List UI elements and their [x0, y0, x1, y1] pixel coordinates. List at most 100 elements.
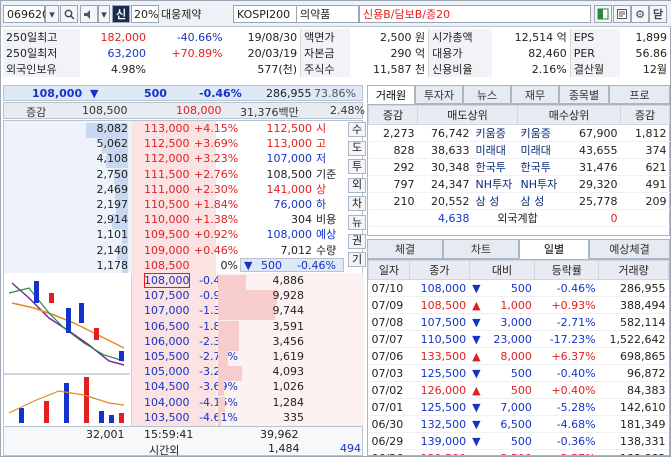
side-button[interactable]: 차	[348, 196, 366, 212]
buy-volume: 43,655	[562, 141, 621, 159]
window-icon[interactable]	[594, 5, 612, 23]
daily-row[interactable]: 06/26139,500▲ 3,500+2.57%183,882	[368, 449, 669, 455]
ask-quantity[interactable]: 2,914	[64, 212, 129, 227]
summary-label: 상	[316, 182, 327, 196]
broker-tab[interactable]: 종목별	[559, 85, 609, 104]
side-button[interactable]: 뉴	[348, 215, 366, 230]
daily-rate: -4.68%	[534, 415, 599, 433]
daily-row[interactable]: 07/10 108,000 ▼ 500 -0.46% 286,955	[368, 279, 669, 297]
daily-close: 107,500	[409, 313, 470, 331]
daily-row[interactable]: 07/07 110,500 ▼ 23,000 -17.23% 1,522,642	[368, 330, 669, 348]
bid-price[interactable]: 107,500	[144, 288, 190, 303]
stock-code-input[interactable]: 069620	[3, 5, 49, 23]
buy-broker[interactable]: 미래대	[517, 141, 563, 159]
ask-quantity[interactable]: 2,469	[64, 182, 129, 197]
ask-price[interactable]: 108,500	[144, 258, 190, 273]
broker-tab[interactable]: 프로	[609, 85, 670, 104]
ask-price[interactable]: 113,000	[144, 121, 190, 136]
broker-tab[interactable]: 재무	[511, 85, 559, 104]
daily-row[interactable]: 07/08 107,500 ▼ 3,000 -2.71% 582,114	[368, 313, 669, 331]
sell-change: 797	[368, 175, 418, 193]
side-button[interactable]: 수	[348, 122, 366, 137]
memo-icon[interactable]	[613, 5, 631, 23]
bid-price[interactable]: 107,000	[144, 303, 190, 318]
sell-broker[interactable]: 한국투	[472, 158, 518, 176]
daily-row[interactable]: 07/09 108,500 ▲ 1,000 +0.93% 388,494	[368, 296, 669, 314]
ask-quantity[interactable]: 1,101	[64, 227, 129, 242]
sell-broker[interactable]: 삼 성	[472, 192, 518, 210]
bid-quantity[interactable]: 1,619	[240, 349, 305, 364]
ask-quantity[interactable]: 1,178	[64, 258, 129, 273]
bid-quantity[interactable]: 9,744	[240, 303, 305, 318]
volume-rate: 73.86%	[314, 87, 356, 100]
daily-tab[interactable]: 예상체결	[589, 239, 670, 259]
bid-price[interactable]: 104,000	[144, 395, 190, 410]
bid-price[interactable]: 105,500	[144, 349, 190, 364]
bid-price[interactable]: 105,000	[144, 364, 190, 379]
daily-row[interactable]: 06/29 139,000 ▼ 500 -0.36% 138,331	[368, 432, 669, 450]
side-button[interactable]: 권	[348, 233, 366, 249]
buy-broker[interactable]: 한국투	[517, 158, 563, 176]
ask-quantity[interactable]: 4,108	[64, 151, 129, 166]
side-button[interactable]: 도	[348, 140, 366, 156]
broker-tab[interactable]: 뉴스	[463, 85, 511, 104]
buy-broker[interactable]: NH투자	[517, 175, 563, 193]
bid-quantity[interactable]: 3,591	[240, 319, 305, 334]
ask-price[interactable]: 112,000	[144, 151, 190, 166]
bid-price[interactable]: 106,000	[144, 334, 190, 349]
ask-price[interactable]: 112,500	[144, 136, 190, 151]
sell-broker[interactable]: NH투자	[472, 175, 518, 193]
bid-quantity[interactable]: 1,284	[240, 395, 305, 410]
code-dropdown-icon[interactable]: ▾	[45, 5, 59, 23]
sell-broker[interactable]: 미래대	[472, 141, 518, 159]
stock-info-table: 250일최고 182,000 -40.66% 19/08/30 액면가 2,50…	[3, 29, 670, 77]
daily-row[interactable]: 07/01 125,500 ▼ 7,000 -5.28% 142,610	[368, 398, 669, 416]
bid-quantity[interactable]: 1,026	[240, 379, 305, 394]
bid-quantity[interactable]: 9,928	[240, 288, 305, 303]
side-button[interactable]: 기	[348, 252, 366, 268]
speaker-dropdown-icon[interactable]: ▾	[98, 5, 110, 23]
bid-quantity[interactable]: 4,886	[240, 273, 305, 288]
ask-quantity[interactable]: 5,062	[64, 136, 129, 151]
bid-price[interactable]: 103,500	[144, 410, 190, 425]
bid-quantity[interactable]: 4,093	[240, 364, 305, 379]
bid-price[interactable]: 108,000	[144, 273, 190, 288]
daily-tab[interactable]: 체결	[367, 239, 443, 259]
sell-broker[interactable]: 키움증	[472, 124, 518, 142]
current-price: 108,000	[32, 87, 83, 100]
ask-price[interactable]: 110,500	[144, 197, 190, 212]
buy-broker[interactable]: 삼 성	[517, 192, 563, 210]
broker-tab[interactable]: 거래원	[367, 85, 415, 104]
summary-value: 112,500	[266, 122, 313, 135]
bid-price[interactable]: 106,500	[144, 319, 190, 334]
speaker-icon[interactable]	[80, 5, 98, 23]
ask-price[interactable]: 110,000	[144, 212, 190, 227]
ask-quantity[interactable]: 2,750	[64, 167, 129, 182]
ask-price[interactable]: 109,500	[144, 227, 190, 242]
daily-tab[interactable]: 차트	[443, 239, 519, 259]
bid-quantity[interactable]: 3,456	[240, 334, 305, 349]
bid-price[interactable]: 104,500	[144, 379, 190, 394]
col-date: 일자	[368, 260, 411, 280]
search-icon[interactable]	[60, 5, 78, 23]
ask-quantity[interactable]: 8,082	[64, 121, 129, 136]
ask-price[interactable]: 111,000	[144, 182, 190, 197]
buy-broker[interactable]: 키움증	[517, 124, 563, 142]
ask-price[interactable]: 111,500	[144, 167, 190, 182]
down-arrow-icon: ▼	[90, 87, 99, 100]
daily-row[interactable]: 06/30 132,500 ▼ 6,500 -4.68% 181,349	[368, 415, 669, 433]
gear-icon[interactable]: ⚙	[631, 5, 649, 23]
close-button[interactable]: 닫	[649, 5, 667, 23]
ask-price[interactable]: 109,000	[144, 243, 190, 258]
ask-quantity[interactable]: 2,197	[64, 197, 129, 212]
daily-tab[interactable]: 일별	[519, 239, 589, 259]
daily-row[interactable]: 07/06 133,500 ▲ 8,000 +6.37% 698,865	[368, 347, 669, 365]
side-button[interactable]: 외	[348, 177, 366, 193]
broker-tab[interactable]: 투자자	[415, 85, 463, 104]
daily-row[interactable]: 07/03 125,500 ▼ 500 -0.40% 96,872	[368, 364, 669, 382]
ask-quantity[interactable]: 2,140	[64, 243, 129, 258]
ask-rate: +2.30%	[194, 182, 239, 196]
side-button[interactable]: 투	[348, 159, 366, 175]
daily-row[interactable]: 07/02 126,000 ▲ 500 +0.40% 84,383	[368, 381, 669, 399]
bid-quantity[interactable]: 335	[240, 410, 304, 425]
